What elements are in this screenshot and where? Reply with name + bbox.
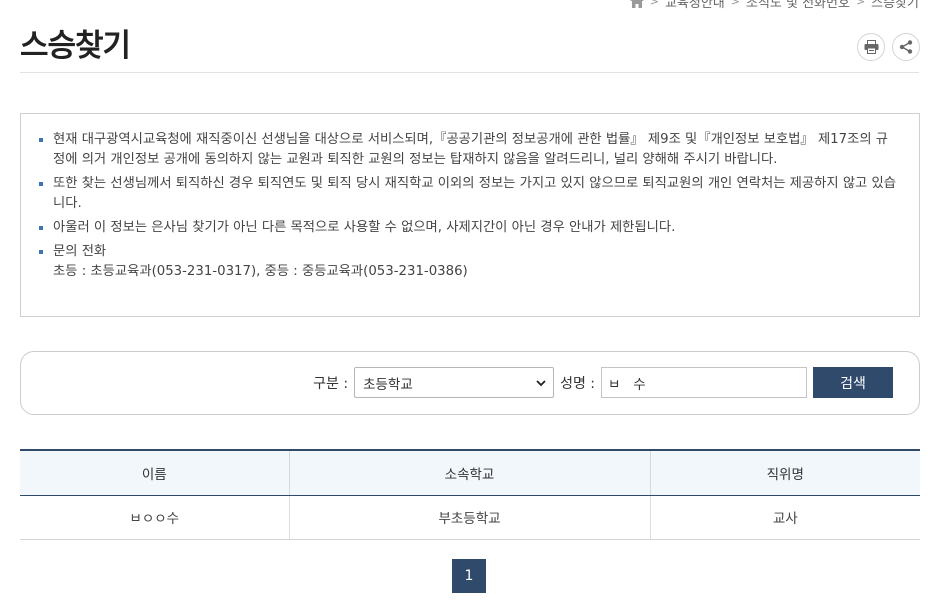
chevron-right-icon: > <box>649 0 659 8</box>
notice-box: 현재 대구광역시교육청에 재직중이신 선생님을 대상으로 서비스되며,『공공기관… <box>20 113 920 317</box>
share-icon <box>899 40 913 54</box>
name-input[interactable] <box>601 367 807 398</box>
breadcrumb-item[interactable]: 교육청안내 <box>665 0 725 11</box>
header-name: 이름 <box>20 449 289 496</box>
header-school: 소속학교 <box>288 449 650 496</box>
contact-detail: 초등 : 초등교육과(053-231-0317), 중등 : 중등교육과(053… <box>53 264 468 279</box>
title-tools <box>857 33 920 61</box>
table-row: ㅂㅇㅇ수 부초등학교 교사 <box>20 495 920 540</box>
cell-position: 교사 <box>649 495 920 540</box>
print-button[interactable] <box>857 33 885 61</box>
pagination: 1 <box>452 559 486 593</box>
category-select-value: 초등학교 <box>363 376 413 393</box>
header-position: 직위명 <box>649 449 920 496</box>
chevron-down-icon <box>536 380 546 387</box>
page-title: 스승찾기 <box>20 28 131 64</box>
title-divider <box>20 72 919 73</box>
breadcrumb-item-current: 스승찾기 <box>871 0 919 11</box>
contact-title: 문의 전화 <box>53 244 107 259</box>
chevron-right-icon: > <box>730 0 740 8</box>
print-icon <box>864 40 878 54</box>
search-row: 구분 : 초등학교 성명 : 검색 <box>313 367 893 398</box>
notice-contact: 문의 전화 초등 : 초등교육과(053-231-0317), 중등 : 중등교… <box>39 242 899 282</box>
notice-item: 현재 대구광역시교육청에 재직중이신 선생님을 대상으로 서비스되며,『공공기관… <box>39 130 899 170</box>
home-icon[interactable] <box>629 0 644 8</box>
result-table: 이름 소속학교 직위명 ㅂㅇㅇ수 부초등학교 교사 <box>20 449 920 540</box>
cell-name: ㅂㅇㅇ수 <box>20 495 289 540</box>
cell-school: 부초등학교 <box>288 495 650 540</box>
category-select[interactable]: 초등학교 <box>354 367 555 398</box>
chevron-right-icon: > <box>855 0 866 8</box>
notice-list: 현재 대구광역시교육청에 재직중이신 선생님을 대상으로 서비스되며,『공공기관… <box>39 130 899 282</box>
name-label: 성명 : <box>560 375 595 392</box>
category-label: 구분 : <box>313 375 349 392</box>
search-button[interactable]: 검색 <box>813 367 893 398</box>
breadcrumb: > 교육청안내 > 조직도 및 전화번호 > 스승찾기 <box>629 0 919 11</box>
breadcrumb-item[interactable]: 조직도 및 전화번호 <box>746 0 850 11</box>
notice-item: 또한 찾는 선생님께서 퇴직하신 경우 퇴직연도 및 퇴직 당시 재직학교 이외… <box>39 174 899 214</box>
share-button[interactable] <box>892 33 920 61</box>
page-number-current[interactable]: 1 <box>452 559 486 593</box>
table-header-row: 이름 소속학교 직위명 <box>20 449 920 496</box>
search-box: 구분 : 초등학교 성명 : 검색 <box>20 351 920 415</box>
notice-item: 아울러 이 정보는 은사님 찾기가 아닌 다른 목적으로 사용할 수 없으며, … <box>39 218 899 238</box>
